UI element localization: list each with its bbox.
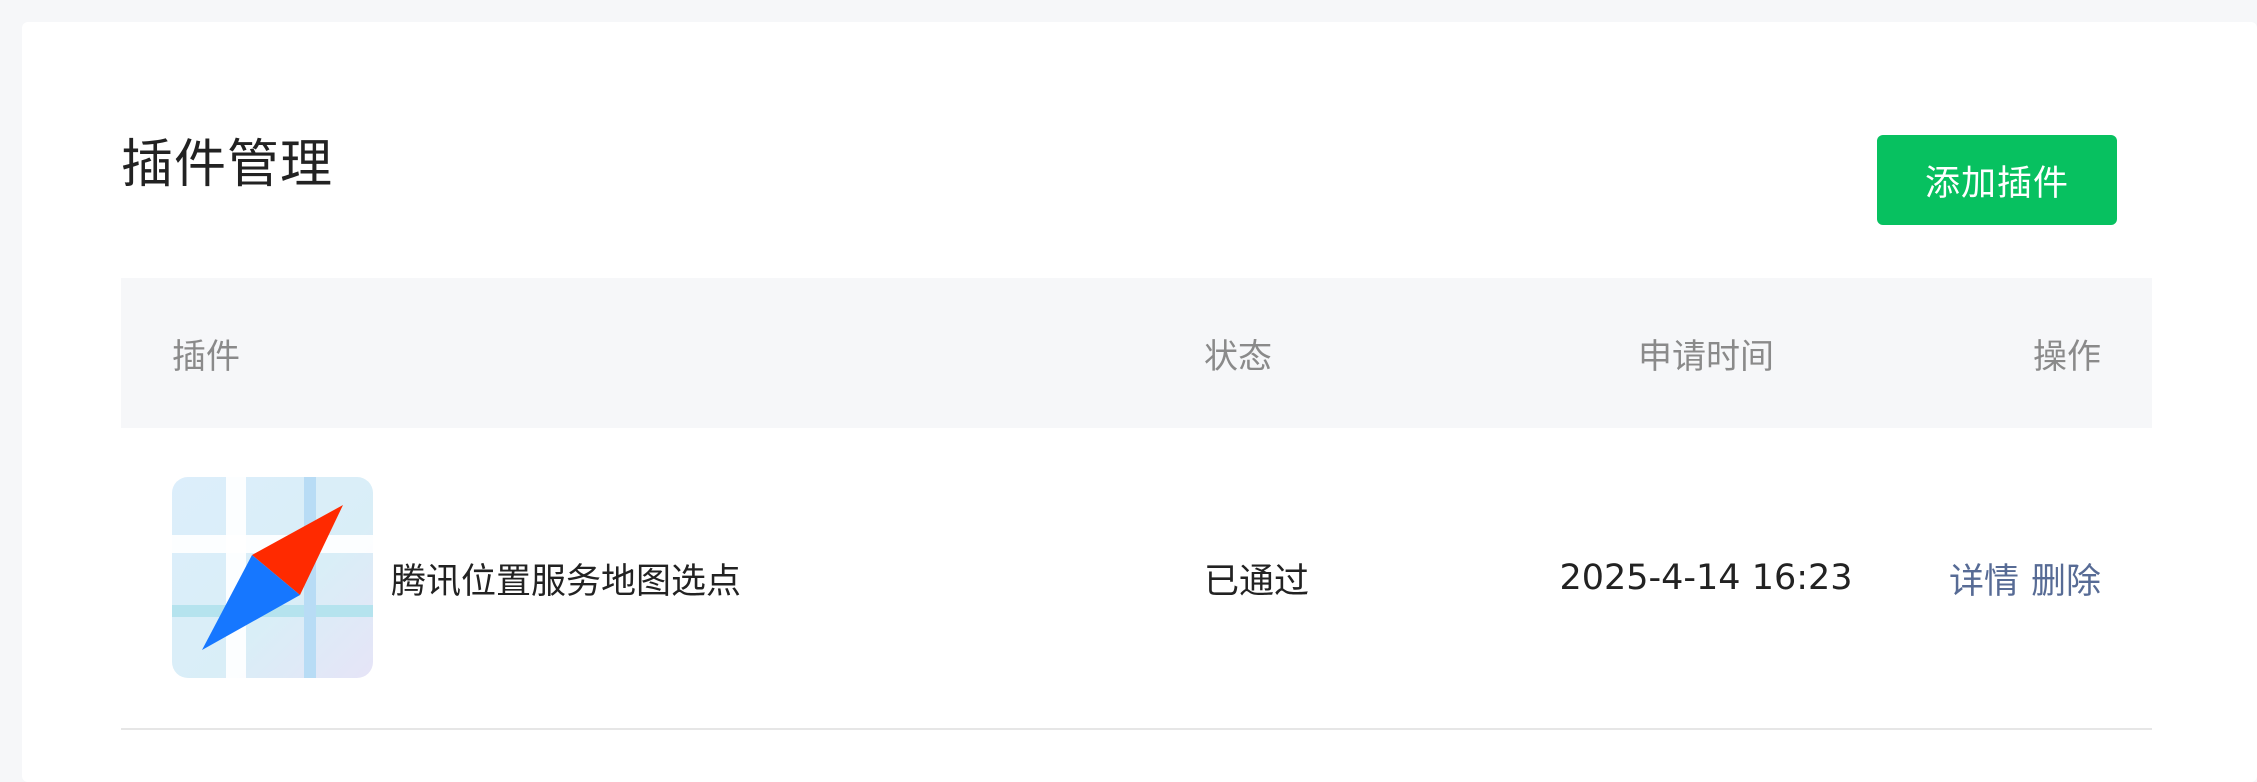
plugin-name: 腾讯位置服务地图选点 bbox=[391, 561, 742, 602]
column-header-apply-time: 申请时间 bbox=[1638, 336, 1774, 377]
delete-link[interactable]: 删除 bbox=[2031, 553, 2101, 604]
tencent-map-compass-icon bbox=[172, 477, 373, 678]
page-title: 插件管理 bbox=[121, 135, 334, 195]
add-plugin-button[interactable]: 添加插件 bbox=[1877, 135, 2117, 225]
detail-link[interactable]: 详情 bbox=[1949, 553, 2019, 604]
column-header-status: 状态 bbox=[1204, 336, 1272, 377]
row-actions: 详情 删除 bbox=[1949, 428, 2101, 728]
column-header-actions: 操作 bbox=[2033, 336, 2101, 377]
table-header: 插件 状态 申请时间 操作 bbox=[121, 278, 2152, 428]
apply-time: 2025-4-14 16:23 bbox=[1559, 558, 1853, 598]
table-row: 腾讯位置服务地图选点 已通过 2025-4-14 16:23 详情 删除 bbox=[121, 428, 2152, 730]
status-text: 已通过 bbox=[1204, 561, 1310, 602]
column-header-plugin: 插件 bbox=[172, 336, 240, 377]
